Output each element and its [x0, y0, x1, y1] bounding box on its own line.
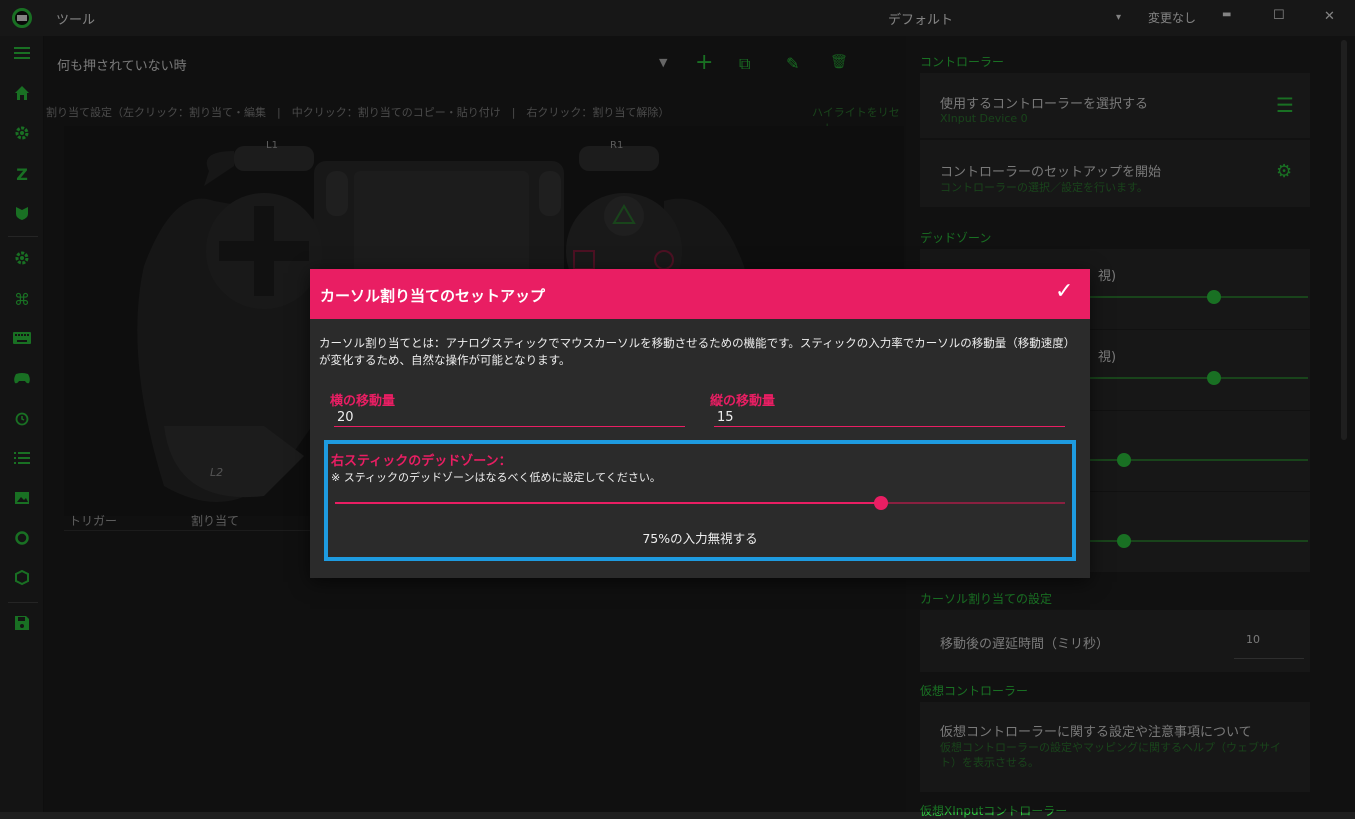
deadzone-slider-fill — [335, 502, 882, 504]
deadzone-label: 右スティックのデッドゾーン： — [331, 454, 512, 469]
vertical-amount-label: 縦の移動量 — [710, 394, 776, 409]
cursor-setup-dialog: カーソル割り当てのセットアップ ✓ カーソル割り当てとは：アナログスティックでマ… — [310, 269, 1090, 578]
horizontal-input-underline — [334, 426, 685, 427]
dialog-description: カーソル割り当てとは：アナログスティックでマウスカーソルを移動させるための機能で… — [319, 336, 1076, 367]
vertical-amount-input[interactable]: 15 — [717, 410, 734, 425]
dialog-header: カーソル割り当てのセットアップ ✓ — [310, 269, 1090, 319]
confirm-check-icon[interactable]: ✓ — [1055, 279, 1073, 304]
dialog-title: カーソル割り当てのセットアップ — [320, 287, 546, 305]
horizontal-amount-label: 横の移動量 — [330, 394, 396, 409]
horizontal-amount-input[interactable]: 20 — [337, 410, 354, 425]
deadzone-value-text: 75%の入力無視する — [642, 531, 758, 546]
deadzone-highlight-box: 右スティックのデッドゾーン： ※ スティックのデッドゾーンはなるべく低めに設定し… — [324, 440, 1076, 561]
deadzone-slider-knob[interactable] — [874, 496, 888, 510]
deadzone-note: ※ スティックのデッドゾーンはなるべく低めに設定してください。 — [331, 471, 661, 484]
vertical-input-underline — [714, 426, 1065, 427]
